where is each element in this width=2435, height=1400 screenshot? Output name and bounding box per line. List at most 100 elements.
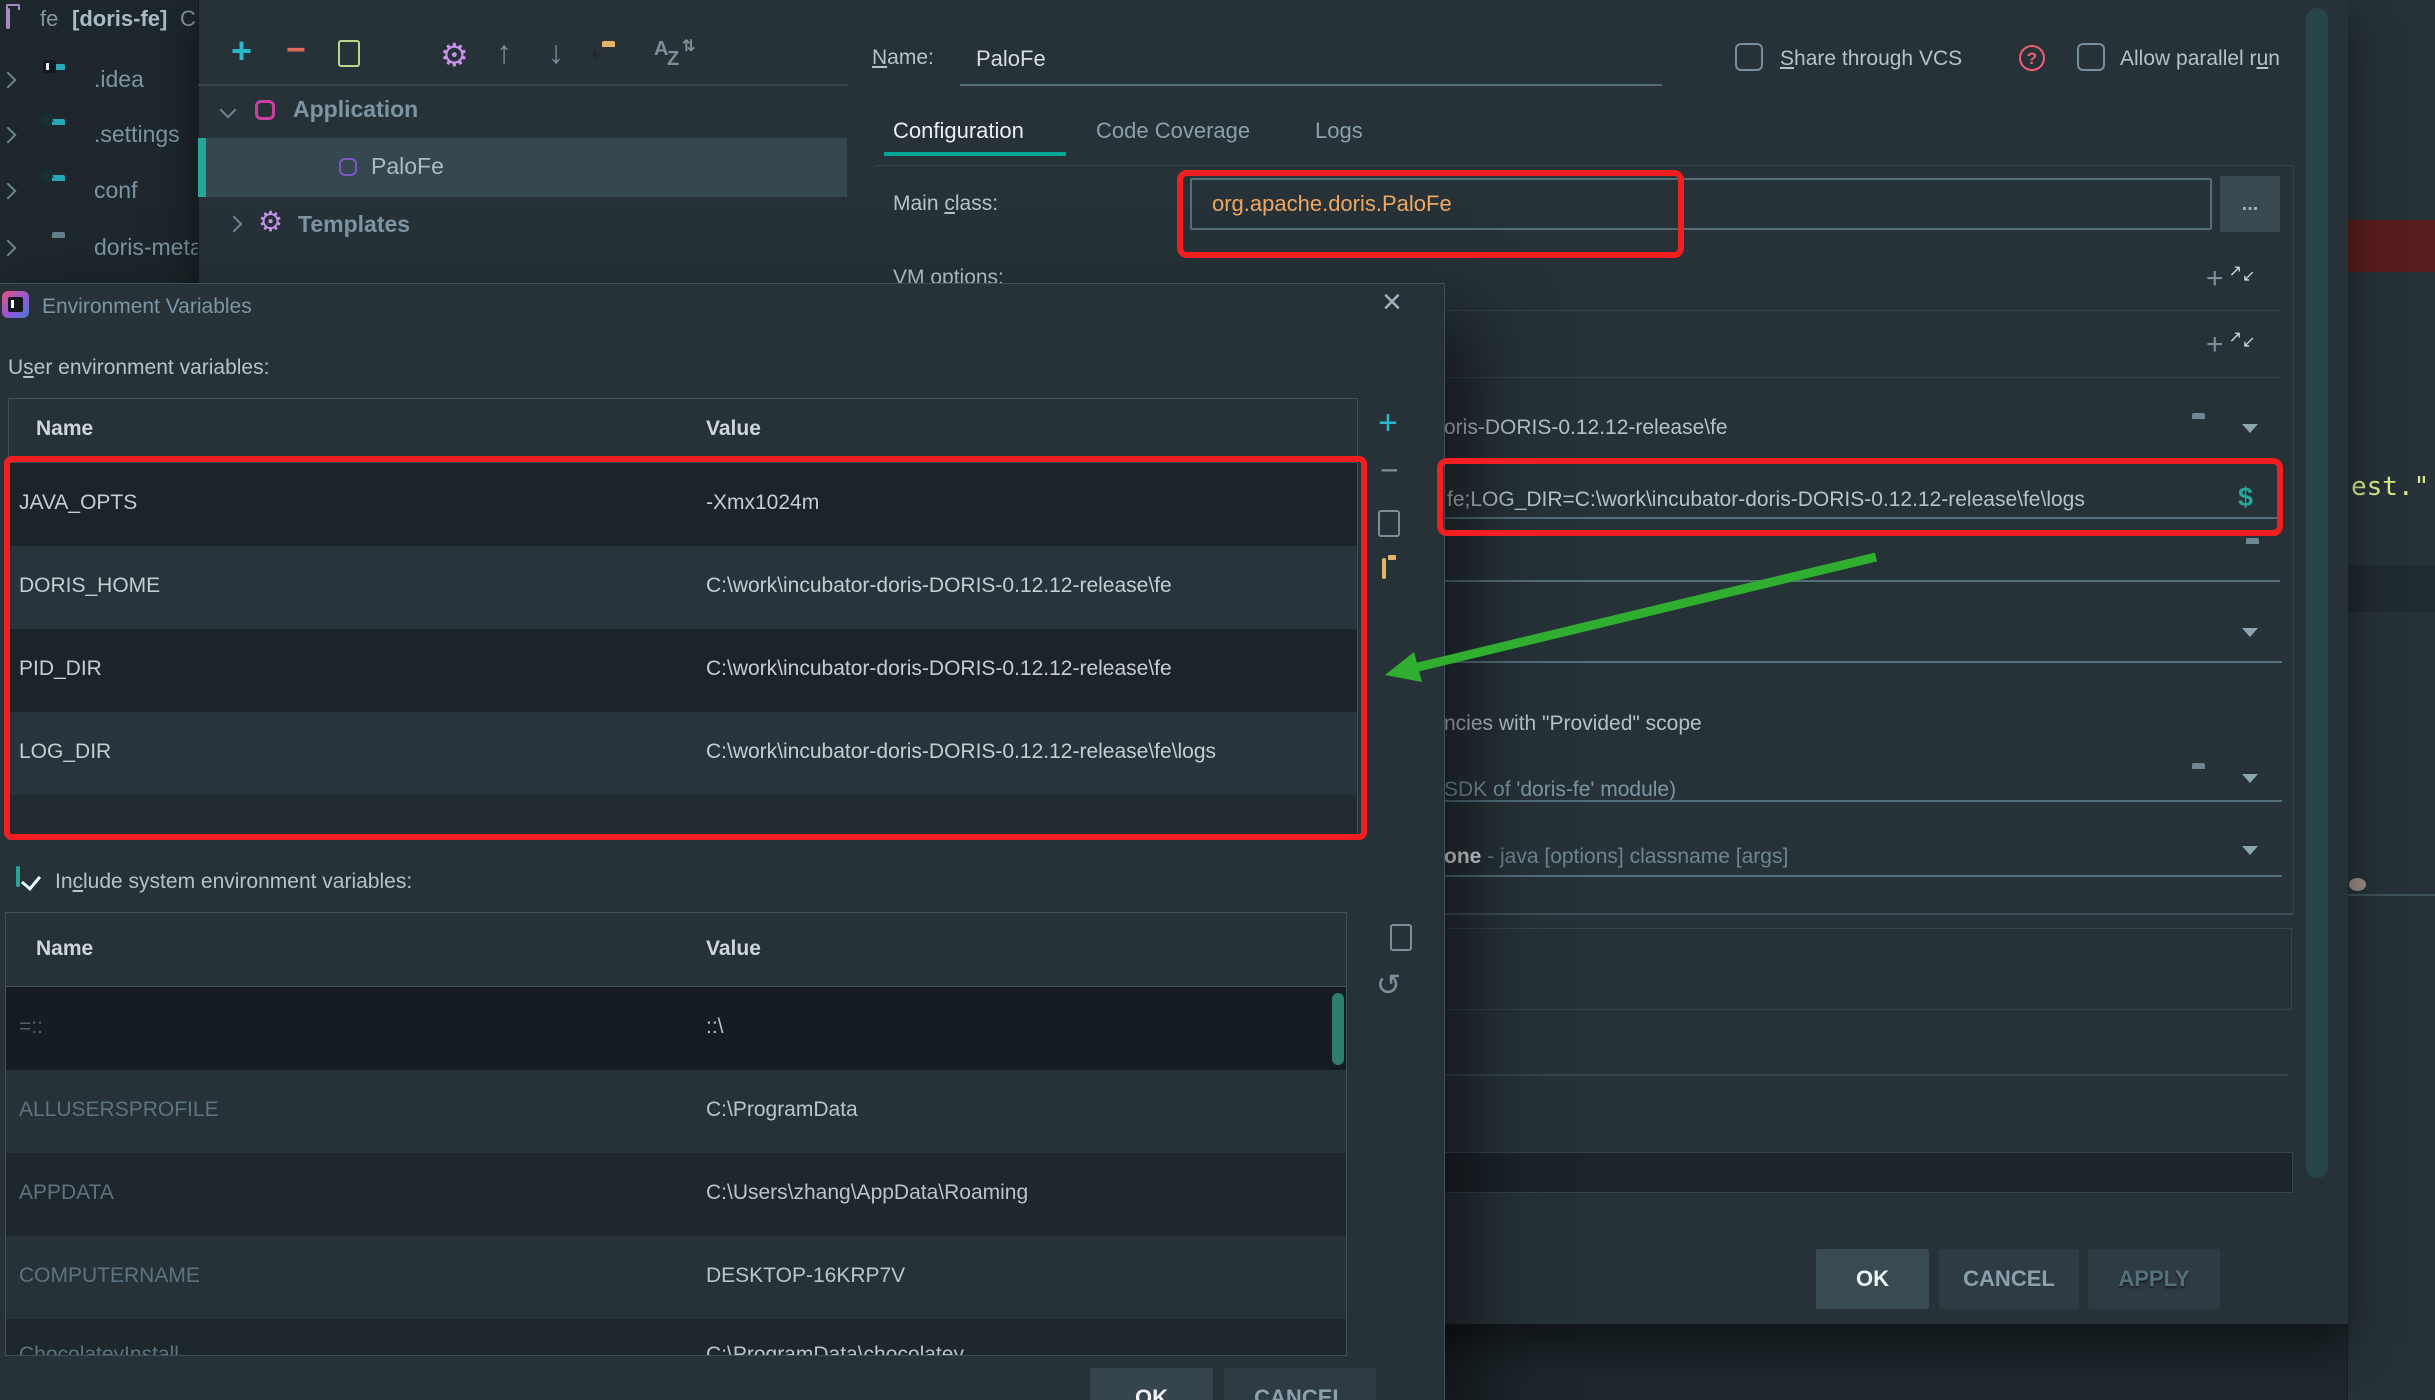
- before-launch-selected-row[interactable]: [1444, 1152, 2293, 1193]
- tree-item-label[interactable]: .idea: [94, 66, 144, 93]
- config-item-label[interactable]: PaloFe: [371, 153, 444, 180]
- shorten-cmdline-value-fragment[interactable]: one - java [options] classname [args]: [1444, 845, 1788, 869]
- shorten-dropdown-icon[interactable]: [2242, 846, 2258, 855]
- working-dir-dropdown-icon[interactable]: [2242, 424, 2258, 433]
- config-tree-selected-row[interactable]: PaloFe: [199, 138, 847, 197]
- dialog-scrollbar[interactable]: [2306, 8, 2328, 1178]
- config-tree-group-application[interactable]: Application: [198, 96, 847, 128]
- screen: fe [doris-fe] C .idea ⚙ .settings ⚙ conf…: [0, 0, 2435, 1400]
- tab-code-coverage[interactable]: Code Coverage: [1096, 118, 1250, 144]
- classpath-dropdown-icon[interactable]: [2242, 628, 2258, 637]
- project-folder-icon: [6, 8, 10, 29]
- share-vcs-checkbox[interactable]: [1735, 43, 1763, 71]
- table-row[interactable]: ALLUSERSPROFILE C:\ProgramData: [6, 1070, 1346, 1153]
- paste-vars-icon[interactable]: [1382, 558, 1386, 579]
- chevron-right-icon[interactable]: [0, 127, 16, 144]
- dialog-app-icon: [2, 291, 29, 318]
- editor-bookmark-dot[interactable]: [2349, 878, 2366, 891]
- env-ok-button[interactable]: OK: [1090, 1368, 1213, 1400]
- apply-button[interactable]: APPLY: [2088, 1249, 2220, 1309]
- chevron-right-icon[interactable]: [0, 183, 16, 200]
- chevron-right-icon[interactable]: [0, 72, 16, 89]
- program-args-add-icon[interactable]: +: [2206, 328, 2224, 362]
- annotation-box-main-class: [1177, 170, 1684, 258]
- row-separator: [1444, 800, 2282, 802]
- provided-scope-label-fragment[interactable]: ncies with "Provided" scope: [1444, 712, 1702, 736]
- edit-templates-button[interactable]: ⚙: [440, 36, 469, 74]
- tree-item-label[interactable]: conf: [94, 177, 137, 204]
- copy-system-vars-icon[interactable]: [1396, 930, 1400, 951]
- window-title-project: [doris-fe]: [72, 6, 167, 32]
- project-tree: .idea ⚙ .settings ⚙ conf doris-meta: [0, 40, 198, 280]
- copy-config-button[interactable]: [344, 46, 348, 67]
- include-system-label[interactable]: Include system environment variables:: [55, 870, 412, 894]
- table-scrollbar-thumb[interactable]: [1332, 993, 1344, 1065]
- move-down-button[interactable]: ↓: [548, 34, 564, 71]
- active-tab-underline: [884, 152, 1066, 156]
- env-dialog-title: Environment Variables: [42, 295, 252, 319]
- vm-options-add-icon[interactable]: +: [2206, 262, 2224, 296]
- table-header: Name Value: [9, 399, 1357, 463]
- remove-config-button[interactable]: −: [286, 31, 306, 70]
- column-header-value[interactable]: Value: [706, 937, 761, 961]
- editor-pane: est.": [2347, 0, 2435, 1400]
- system-env-vars-table: Name Value =:: ::\ ALLUSERSPROFILE C:\Pr…: [5, 912, 1347, 1356]
- toolbar-separator: [198, 84, 848, 86]
- browse-main-class-button[interactable]: ...: [2220, 176, 2280, 232]
- table-row[interactable]: ChocolateyInstall C:\ProgramData\chocola…: [6, 1319, 1346, 1356]
- add-var-icon[interactable]: +: [1378, 404, 1398, 443]
- help-icon[interactable]: ?: [2019, 45, 2045, 71]
- editor-line-band: [2348, 565, 2435, 612]
- tree-item-label[interactable]: doris-meta: [94, 234, 203, 261]
- jre-value-fragment[interactable]: SDK of 'doris-fe' module): [1444, 778, 1676, 802]
- close-icon[interactable]: ×: [1382, 283, 1402, 322]
- selected-row-accent-bar: [198, 138, 206, 197]
- row-separator: [1444, 875, 2282, 877]
- copy-vars-icon[interactable]: [1384, 516, 1388, 537]
- row-separator: [1444, 1074, 2288, 1076]
- main-class-label: Main class:: [893, 192, 998, 216]
- table-row[interactable]: COMPUTERNAME DESKTOP-16KRP7V: [6, 1236, 1346, 1319]
- name-input[interactable]: PaloFe: [960, 40, 1662, 86]
- chevron-right-icon[interactable]: [0, 240, 16, 257]
- allow-parallel-label[interactable]: Allow parallel run: [2120, 47, 2280, 71]
- revert-icon[interactable]: ↺: [1376, 968, 1401, 1003]
- move-up-button[interactable]: ↑: [496, 34, 512, 71]
- jre-dropdown-icon[interactable]: [2242, 774, 2258, 783]
- before-launch-panel: [1444, 928, 2292, 1010]
- ok-button[interactable]: OK: [1816, 1249, 1929, 1309]
- templates-gear-icon: ⚙: [258, 205, 283, 238]
- cancel-button[interactable]: CANCEL: [1939, 1249, 2079, 1309]
- annotation-box-user-vars: [4, 456, 1367, 840]
- editor-highlight-red: [2348, 220, 2435, 272]
- window-title-path: C: [180, 6, 196, 32]
- column-header-name[interactable]: Name: [36, 417, 93, 441]
- env-cancel-button[interactable]: CANCEL: [1224, 1368, 1376, 1400]
- chevron-right-icon[interactable]: [226, 216, 243, 233]
- tree-item-label[interactable]: .settings: [94, 121, 180, 148]
- config-group-label[interactable]: Application: [293, 96, 418, 123]
- config-tree-templates[interactable]: ⚙ Templates: [198, 208, 847, 242]
- column-header-name[interactable]: Name: [36, 937, 93, 961]
- editor-separator: [2348, 894, 2435, 896]
- add-config-button[interactable]: +: [231, 30, 252, 72]
- include-system-checkbox[interactable]: [16, 866, 20, 887]
- templates-label[interactable]: Templates: [298, 211, 410, 238]
- form-right-border: [2293, 165, 2294, 915]
- table-row[interactable]: APPDATA C:\Users\zhang\AppData\Roaming: [6, 1153, 1346, 1236]
- name-label: Name:: [872, 46, 934, 70]
- table-header: Name Value: [6, 913, 1346, 987]
- row-separator: [1444, 580, 2280, 582]
- allow-parallel-checkbox[interactable]: [2077, 43, 2105, 71]
- tab-logs[interactable]: Logs: [1315, 118, 1363, 144]
- working-dir-value-fragment[interactable]: oris-DORIS-0.12.12-release\fe: [1444, 416, 1728, 440]
- column-header-value[interactable]: Value: [706, 417, 761, 441]
- sort-configs-button[interactable]: AZ ⇅: [654, 38, 694, 74]
- run-config-toolbar: + − ⚙ ↑ ↓ + AZ ⇅: [198, 30, 848, 85]
- table-row[interactable]: =:: ::\: [6, 987, 1346, 1070]
- tab-configuration[interactable]: Configuration: [893, 118, 1024, 144]
- chevron-down-icon[interactable]: [220, 102, 237, 119]
- remove-var-icon[interactable]: −: [1380, 452, 1399, 489]
- sort-arrows-icon: ⇅: [682, 36, 695, 56]
- share-vcs-label[interactable]: Share through VCS: [1780, 47, 1962, 71]
